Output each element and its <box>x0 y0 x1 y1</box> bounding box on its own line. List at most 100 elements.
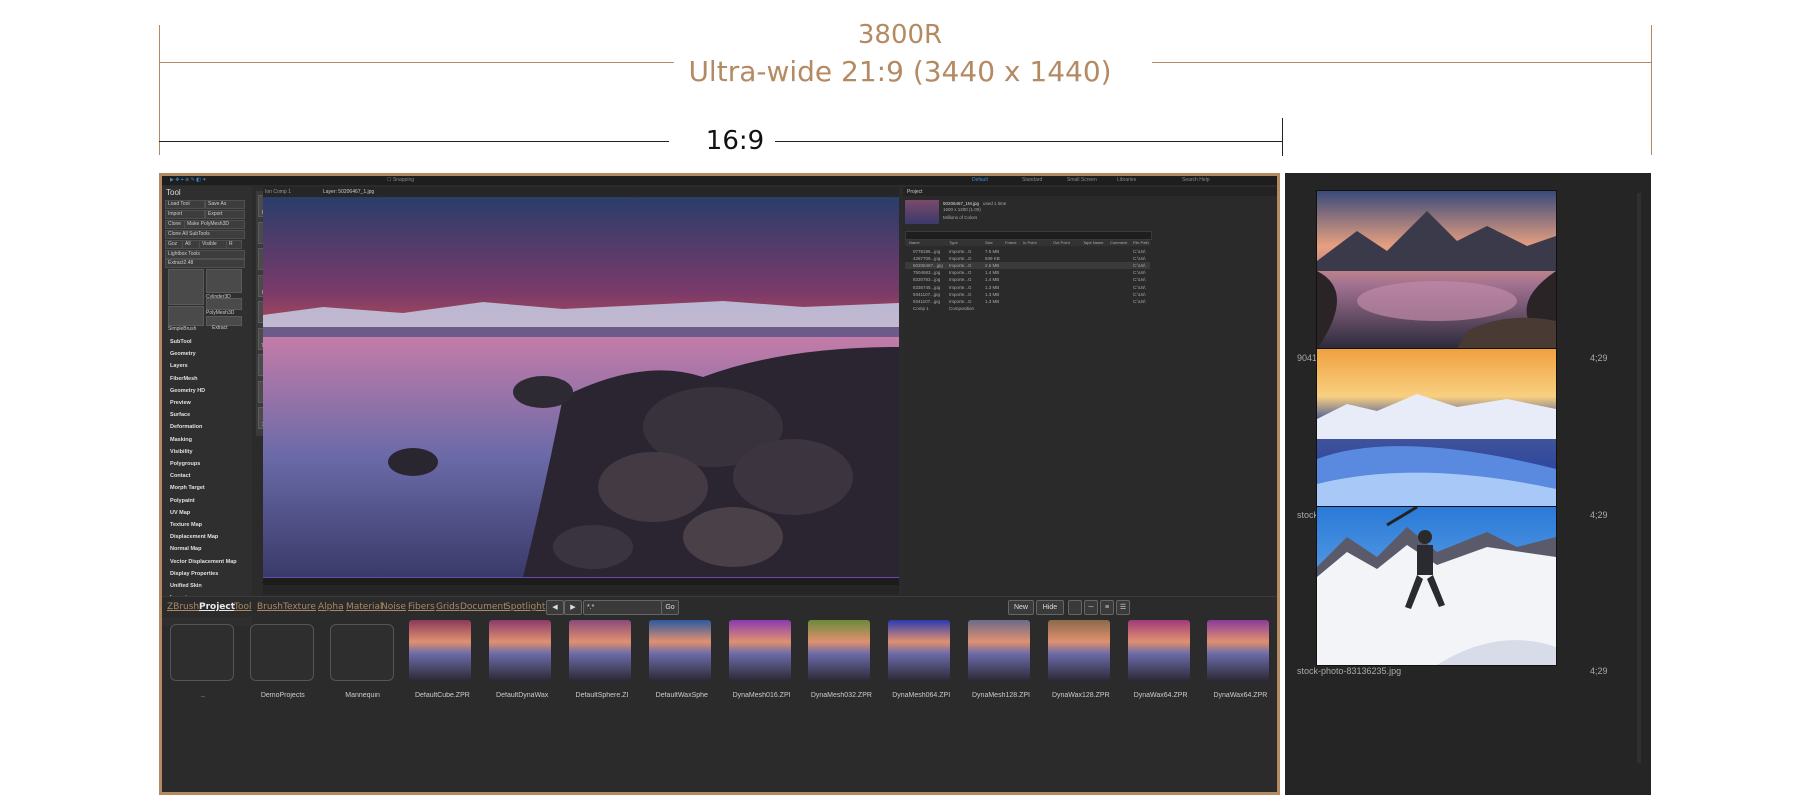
lightbox-prev-button[interactable]: ◀ <box>546 600 564 615</box>
tool-section-displacement-map[interactable]: Displacement Map <box>170 534 218 540</box>
workspace-standard[interactable]: Standard <box>1022 177 1042 183</box>
lightbox-tab-tool[interactable]: Tool <box>234 602 251 612</box>
project-row[interactable]: Comp 1 Composition <box>905 305 1150 312</box>
tool-section-polygroups[interactable]: Polygroups <box>170 461 200 467</box>
project-row[interactable]: 0778196...jpg Importe...G 7.5 MB C:\Us\ <box>905 248 1150 255</box>
lightbox-folder[interactable]: Mannequin <box>327 620 399 710</box>
lightbox-file[interactable]: DynaWax64.ZPR <box>1204 620 1276 710</box>
load-tool-button[interactable]: Load Tool <box>165 200 205 209</box>
cylinder3d-thumb[interactable] <box>206 269 242 293</box>
tool-section-fibermesh[interactable]: FiberMesh <box>170 376 198 382</box>
timeline-ruler[interactable] <box>263 577 899 585</box>
project-column-header[interactable]: Frame <box>1005 240 1017 245</box>
lightbox-next-button[interactable]: ▶ <box>564 600 582 615</box>
lightbox-hide-button[interactable]: Hide <box>1036 600 1064 615</box>
all-button[interactable]: All <box>182 240 200 249</box>
tab-layer[interactable]: Layer: 50206467_1.jpg <box>323 189 374 195</box>
lightbox-new-button[interactable]: New <box>1008 600 1034 615</box>
tool-section-geometry[interactable]: Geometry <box>170 351 196 357</box>
tool-section-unified-skin[interactable]: Unified Skin <box>170 583 202 589</box>
project-row[interactable]: 50206467...jpg Importe...G 2.6 MB C:\Us\ <box>905 262 1150 270</box>
thumb-mountain-lake[interactable] <box>1316 190 1557 350</box>
tool-section-preview[interactable]: Preview <box>170 400 191 406</box>
lightbox-file[interactable]: DefaultCube.ZPR <box>406 620 478 710</box>
project-row[interactable]: 4287709...jpg Importe...G 939 KB C:\Us\ <box>905 255 1150 262</box>
tool-section-normal-map[interactable]: Normal Map <box>170 546 201 552</box>
workspace-small-screen[interactable]: Small Screen <box>1067 177 1097 183</box>
lightbox-tab-grids[interactable]: Grids <box>436 602 460 612</box>
r-button[interactable]: R <box>226 240 242 249</box>
project-search-input[interactable] <box>905 231 1152 240</box>
workspace-default[interactable]: Default <box>972 177 988 183</box>
lightbox-tab-brush[interactable]: Brush <box>257 602 283 612</box>
lightbox-tab-texture[interactable]: Texture <box>283 602 316 612</box>
tool-section-vector-displacement-map[interactable]: Vector Displacement Map <box>170 559 237 565</box>
view-toggle-3[interactable]: ≡ <box>1100 600 1114 615</box>
tool-section-contact[interactable]: Contact <box>170 473 190 479</box>
project-column-header[interactable]: File Path <box>1133 240 1149 245</box>
view-toggle-1[interactable] <box>1068 600 1082 615</box>
make-polymesh-button[interactable]: Make PolyMesh3D <box>184 220 245 229</box>
lightbox-file[interactable]: DynaMesh032.ZPR <box>805 620 877 710</box>
lightbox-tab-project[interactable]: Project <box>199 602 235 612</box>
project-column-header[interactable]: Out Point <box>1053 240 1070 245</box>
view-toggle-4[interactable]: ☰ <box>1116 600 1130 615</box>
project-column-header[interactable]: Size <box>985 240 993 245</box>
goz-button[interactable]: Goz <box>165 240 183 249</box>
tool-section-polypaint[interactable]: Polypaint <box>170 498 195 504</box>
side-scrollbar[interactable] <box>1637 193 1641 763</box>
lightbox-file[interactable]: DynaWax128.ZPR <box>1045 620 1117 710</box>
tool-section-surface[interactable]: Surface <box>170 412 190 418</box>
visible-button[interactable]: Visible <box>199 240 227 249</box>
lightbox-tab-noise[interactable]: Noise <box>381 602 406 612</box>
import-button[interactable]: Import <box>165 210 205 219</box>
tool-section-subtool[interactable]: SubTool <box>170 339 192 345</box>
tool-section-uv-map[interactable]: UV Map <box>170 510 190 516</box>
project-row[interactable]: 8336745...jpg Importe...G 1.3 MB C:\Us\ <box>905 284 1150 291</box>
project-row[interactable]: 7504683...jpg Importe...G 1.4 MB C:\Us\ <box>905 269 1150 276</box>
lightbox-file[interactable]: DefaultWaxSphe <box>646 620 718 710</box>
project-row[interactable]: 9341107...jpg Importe...G 1.3 MB C:\Us\ <box>905 298 1150 305</box>
tool-section-geometry-hd[interactable]: Geometry HD <box>170 388 205 394</box>
lightbox-file[interactable]: DefaultDynaWax <box>486 620 558 710</box>
extract-slider[interactable]: Extract2.48 <box>165 259 245 268</box>
lightbox-file[interactable]: DynaMesh128.ZPI <box>965 620 1037 710</box>
project-column-header[interactable]: Comment <box>1110 240 1127 245</box>
export-button[interactable]: Export <box>205 210 245 219</box>
save-as-button[interactable]: Save As <box>205 200 245 209</box>
lightbox-file[interactable]: DynaWax64.ZPR <box>1125 620 1197 710</box>
tool-section-layers[interactable]: Layers <box>170 363 188 369</box>
clone-button[interactable]: Clone <box>165 220 185 229</box>
tool-section-texture-map[interactable]: Texture Map <box>170 522 202 528</box>
project-row[interactable]: 9341107...jpg Importe...G 1.3 MB C:\Us\ <box>905 291 1150 298</box>
polymesh3d-thumb[interactable] <box>206 298 242 310</box>
lightbox-tab-alpha[interactable]: Alpha <box>318 602 344 612</box>
thumb-snow-sunset[interactable] <box>1316 348 1557 508</box>
lightbox-search-input[interactable]: *.* <box>583 600 662 615</box>
project-row[interactable]: 8330783...jpg Importe...G 1.4 MB C:\Us\ <box>905 276 1150 283</box>
tool-section-morph-target[interactable]: Morph Target <box>170 485 205 491</box>
lightbox-go-button[interactable]: Go <box>661 600 679 615</box>
project-column-header[interactable]: In Point <box>1023 240 1037 245</box>
lightbox-folder[interactable]: .. <box>167 620 239 710</box>
lightbox-file[interactable]: DefaultSphere.ZI <box>566 620 638 710</box>
tool-section-deformation[interactable]: Deformation <box>170 424 202 430</box>
tool-section-display-properties[interactable]: Display Properties <box>170 571 218 577</box>
lightbox-folder[interactable]: DemoProjects <box>247 620 319 710</box>
viewport-canvas[interactable] <box>263 197 899 577</box>
toolbar-icon[interactable]: ▶ ✥ ⌖ ⊕ ✎ ◧ ✦ <box>170 177 206 183</box>
lightbox-tools-button[interactable]: Lightbox Tools <box>165 250 245 259</box>
lightbox-tab-document[interactable]: Document <box>460 602 507 612</box>
lightbox-file[interactable]: DynaMesh064.ZPI <box>885 620 957 710</box>
project-column-header[interactable]: Type <box>949 240 958 245</box>
tab-comp[interactable]: Ion Comp 1 <box>265 189 291 195</box>
lightbox-tab-material[interactable]: Material <box>346 602 383 612</box>
lightbox-tab-fibers[interactable]: Fibers <box>408 602 435 612</box>
view-toggle-2[interactable]: ─ <box>1084 600 1098 615</box>
lightbox-tab-spotlight[interactable]: Spotlight <box>505 602 545 612</box>
tool-section-masking[interactable]: Masking <box>170 437 192 443</box>
search-help[interactable]: Search Help <box>1182 177 1210 183</box>
project-column-header[interactable]: Name <box>909 240 920 245</box>
current-tool-thumb[interactable] <box>168 269 204 305</box>
project-column-header[interactable]: Tape Name <box>1083 240 1103 245</box>
